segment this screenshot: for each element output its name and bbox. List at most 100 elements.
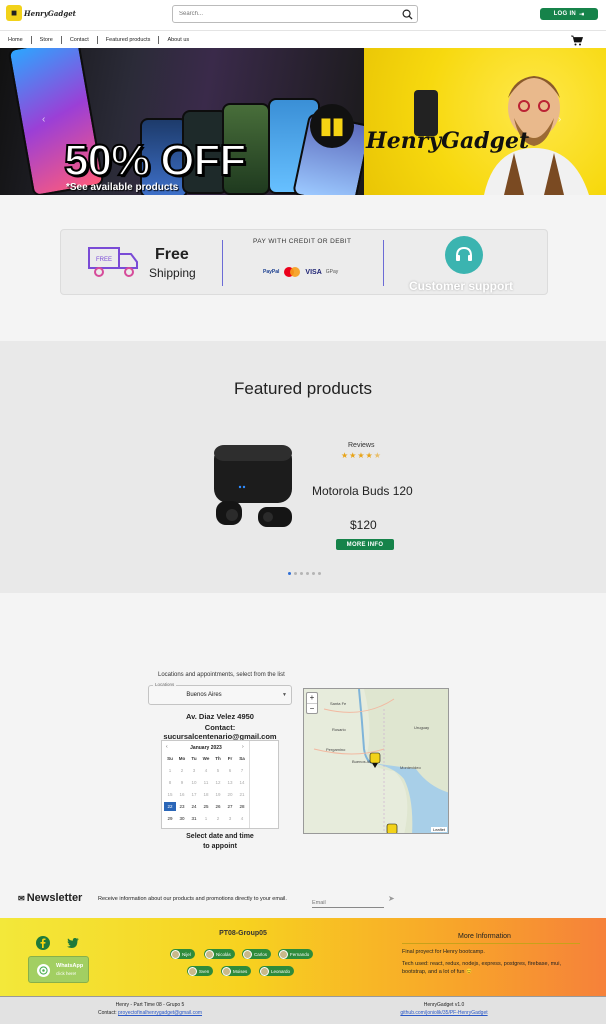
member-chip[interactable]: Nicolás — [204, 949, 235, 959]
calendar-day[interactable]: 29 — [164, 814, 176, 823]
calendar-day[interactable]: 10 — [188, 778, 200, 787]
logo-badge-icon: ■ — [6, 5, 22, 21]
search-input[interactable] — [173, 6, 395, 22]
nav-home[interactable]: Home — [0, 35, 32, 44]
carousel-dot[interactable] — [294, 572, 297, 575]
calendar-next-icon[interactable]: › — [242, 744, 244, 750]
calendar-day[interactable]: 31 — [188, 814, 200, 823]
envelope-icon: ✉ — [18, 893, 25, 903]
calendar-day[interactable]: 20 — [224, 790, 236, 799]
customer-support-label: Customer support — [409, 279, 514, 293]
calendar-day[interactable]: 17 — [188, 790, 200, 799]
location-map[interactable]: Santa Fe Rosario Buenos Aires Montevideo… — [303, 688, 449, 834]
member-chip[interactable]: Nijel — [170, 949, 195, 959]
whatsapp-button[interactable]: WhatsApp click here! — [28, 956, 89, 983]
calendar-day[interactable]: 9 — [176, 778, 188, 787]
member-name: Leonardo — [271, 968, 291, 974]
member-name: Sven — [199, 968, 210, 974]
more-info-button[interactable]: MORE INFO — [336, 539, 394, 550]
calendar-day[interactable]: 1 — [200, 814, 212, 823]
calendar-day[interactable]: 6 — [224, 766, 236, 775]
calendar-day[interactable]: 8 — [164, 778, 176, 787]
carousel-dot[interactable] — [300, 572, 303, 575]
more-info-title: More Information — [458, 933, 511, 940]
nav-about-us[interactable]: About us — [159, 36, 197, 44]
github-link[interactable]: github.com/joniolik/35/PF-HenryGadget — [364, 1010, 524, 1016]
product-image[interactable] — [208, 441, 300, 541]
nav-store[interactable]: Store — [32, 35, 62, 44]
calendar-day[interactable]: 13 — [224, 778, 236, 787]
avatar — [260, 966, 269, 976]
whatsapp-label: WhatsApp — [56, 963, 84, 969]
member-chip[interactable]: Carlos — [242, 949, 272, 959]
calendar-day[interactable]: 3 — [188, 766, 200, 775]
map-marker-icon[interactable] — [386, 823, 398, 834]
carousel-dot[interactable] — [306, 572, 309, 575]
member-chip[interactable]: Moises — [221, 966, 252, 976]
nav-contact[interactable]: Contact — [62, 35, 98, 44]
calendar-day[interactable]: 12 — [212, 778, 224, 787]
member-chip[interactable]: Fernando — [278, 949, 314, 959]
hero-logo-icon: ▮▮ — [310, 104, 354, 148]
carousel-next-icon[interactable]: › — [558, 114, 561, 125]
carousel-prev-icon[interactable]: ‹ — [42, 114, 45, 125]
calendar-day[interactable]: 22 — [164, 802, 176, 811]
calendar-day[interactable]: 25 — [200, 802, 212, 811]
hero-banner[interactable]: ▮▮ HenryGadget 50% OFF *See available pr… — [0, 48, 606, 195]
calendar-day[interactable]: 16 — [176, 790, 188, 799]
calendar-day[interactable]: 23 — [176, 802, 188, 811]
free-shipping-title: Free — [155, 246, 189, 263]
calendar-day[interactable]: 19 — [212, 790, 224, 799]
mascot-illustration — [414, 76, 589, 195]
calendar-day[interactable]: 18 — [200, 790, 212, 799]
location-selected-value: Buenos Aires — [186, 692, 222, 698]
calendar-day[interactable]: 3 — [224, 814, 236, 823]
login-label: LOG IN — [553, 11, 577, 17]
newsletter-email-input[interactable] — [312, 898, 384, 908]
login-button[interactable]: LOG IN ⇥ — [540, 8, 598, 20]
product-name: Motorola Buds 120 — [312, 484, 413, 498]
branch-address: Av. Diaz Velez 4950 — [186, 712, 254, 721]
svg-text:Montevideo: Montevideo — [400, 765, 421, 770]
calendar-day[interactable]: 27 — [224, 802, 236, 811]
calendar-day[interactable]: 2 — [176, 766, 188, 775]
calendar-day[interactable]: 24 — [188, 802, 200, 811]
member-chip[interactable]: Sven — [187, 966, 214, 976]
calendar-day[interactable]: 14 — [236, 778, 248, 787]
calendar-day[interactable]: 21 — [236, 790, 248, 799]
member-chip[interactable]: Leonardo — [259, 966, 295, 976]
appointment-calendar[interactable]: ‹ January 2023 › Su Mo Tu We Th Fr Sa 1 2 3 4 5 6 7 8 9… — [161, 740, 279, 829]
nav-featured-products[interactable]: Featured products — [98, 35, 160, 44]
calendar-day[interactable]: 28 — [236, 802, 248, 811]
calendar-day[interactable]: 1 — [164, 766, 176, 775]
calendar-day[interactable]: 5 — [212, 766, 224, 775]
calendar-day[interactable]: 7 — [236, 766, 248, 775]
map-attribution[interactable]: Leaflet — [430, 827, 447, 832]
rating-stars: ★★★★★ — [341, 451, 382, 460]
brand-logo[interactable]: ■ HenryGadget — [6, 5, 76, 21]
carousel-dot[interactable] — [288, 572, 291, 575]
calendar-day[interactable]: 4 — [200, 766, 212, 775]
facebook-icon[interactable] — [36, 936, 50, 950]
twitter-icon[interactable] — [66, 936, 80, 950]
calendar-day[interactable]: 11 — [200, 778, 212, 787]
calendar-day[interactable]: 30 — [176, 814, 188, 823]
calendar-day[interactable]: 4 — [236, 814, 248, 823]
search-button[interactable] — [399, 7, 415, 21]
newsletter-text: Receive information about our products a… — [98, 896, 287, 902]
calendar-day[interactable]: 2 — [212, 814, 224, 823]
newsletter-title: ✉ Newsletter — [18, 892, 82, 904]
calendar-day[interactable]: 26 — [212, 802, 224, 811]
zoom-in-icon[interactable]: + — [307, 693, 317, 703]
zoom-out-icon[interactable]: − — [307, 703, 317, 714]
carousel-dot[interactable] — [318, 572, 321, 575]
calendar-day[interactable]: 15 — [164, 790, 176, 799]
map-marker-icon[interactable] — [368, 751, 382, 769]
member-name: Carlos — [254, 951, 268, 957]
send-icon[interactable]: ➤ — [388, 894, 395, 903]
top-bar: ■ HenryGadget LOG IN ⇥ — [0, 0, 606, 30]
carousel-dot[interactable] — [312, 572, 315, 575]
location-select[interactable]: Locations Buenos Aires ▼ — [148, 682, 292, 705]
calendar-weekday: Mo — [178, 756, 186, 761]
contact-email-link[interactable]: proyectofinalhenrygadget@gmail.com — [118, 1010, 202, 1016]
